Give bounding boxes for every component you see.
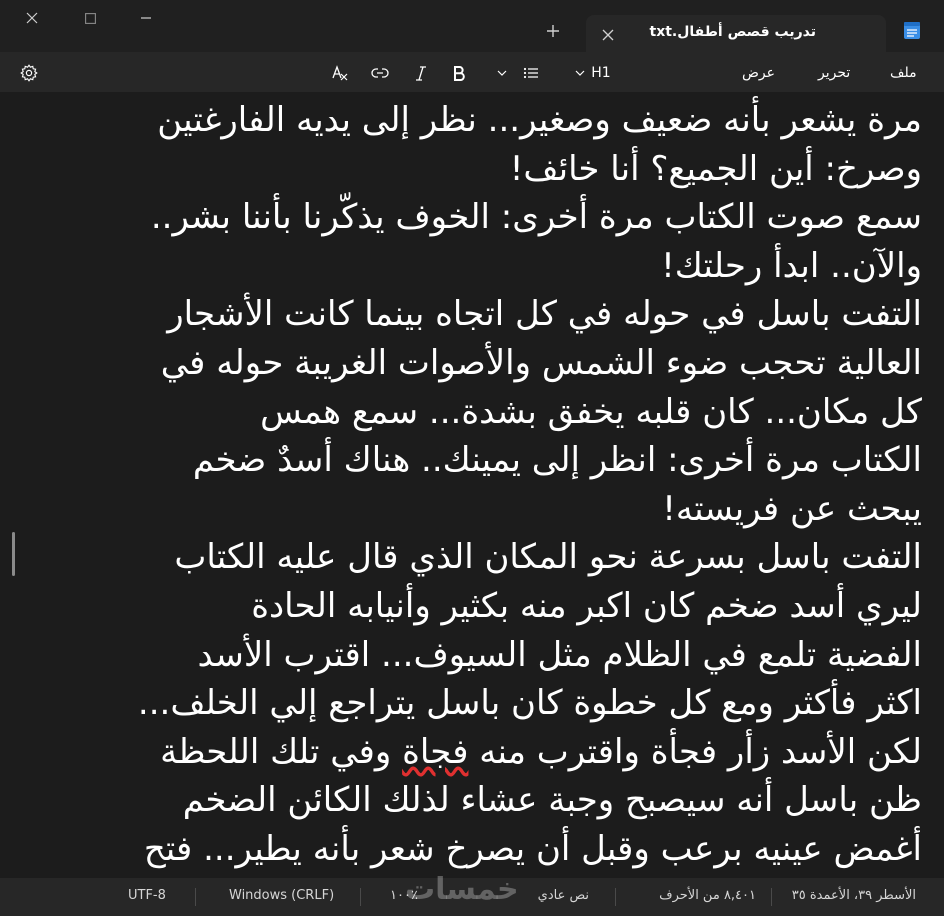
text-segment: لكن الأسد زأر فجأة واقترب منه <box>468 731 922 772</box>
new-tab-button[interactable] <box>546 23 560 42</box>
status-bar: الأسطر ٣٩، الأعمدة ٣٥ ٨,٤٠١ من الأحرف نص… <box>0 872 944 916</box>
menu-file[interactable]: ملف <box>890 65 917 81</box>
list-dropdown[interactable] <box>494 63 510 83</box>
tab-active[interactable]: تدريب قصص أطفال.txt <box>586 15 886 52</box>
cursor-position: الأسطر ٣٩، الأعمدة ٣٥ <box>791 888 916 903</box>
clear-formatting-button[interactable] <box>328 63 352 83</box>
misspelled-word[interactable]: فجاة <box>402 732 468 772</box>
text-segment: وفي تلك اللحظة <box>160 731 403 772</box>
divider <box>615 888 616 906</box>
text-line-with-spelling-error: لكن الأسد زأر فجأة واقترب منه فجاة وفي ت… <box>14 728 922 777</box>
divider <box>360 888 361 906</box>
document-text[interactable]: مرة يشعر بأنه ضعيف وصغير... نظر إلى يديه… <box>14 96 922 874</box>
notepad-app-icon <box>903 20 921 44</box>
gear-icon <box>20 64 38 82</box>
close-window-button[interactable] <box>10 0 54 36</box>
text-line: وصرخ: أين الجميع؟ أنا خائف! <box>509 148 922 189</box>
menu-toolbar: ملف تحرير عرض H1 <box>0 52 944 92</box>
text-line: الفضية تلمع في الظلام مثل السيوف... اقتر… <box>197 634 922 675</box>
list-button[interactable] <box>518 63 544 83</box>
encoding[interactable]: UTF-8 <box>128 888 166 903</box>
heading-dropdown[interactable]: H1 <box>568 63 618 83</box>
tab-title: تدريب قصص أطفال.txt <box>649 24 817 40</box>
text-line: ظن باسل أنه سيصبح وجبة عشاء لذلك الكائن … <box>182 780 922 821</box>
text-line: والآن.. ابدأ رحلتك! <box>661 245 922 286</box>
chevron-down-icon <box>575 70 585 76</box>
minimize-window-button[interactable] <box>124 0 168 36</box>
text-line: سمع صوت الكتاب مرة أخرى: الخوف يذكّرنا ب… <box>150 197 922 238</box>
bold-button[interactable] <box>448 63 470 83</box>
character-count: ٨,٤٠١ من الأحرف <box>659 888 756 903</box>
text-line: التفت باسل في حوله في كل اتجاه بينما كان… <box>167 294 922 335</box>
text-line: كل مكان... كان قلبه يخفق بشدة... سمع همس <box>260 391 922 432</box>
menu-edit[interactable]: تحرير <box>818 65 850 81</box>
scrollbar-thumb[interactable] <box>12 532 15 576</box>
format-indicator[interactable]: نص عادي <box>538 888 589 903</box>
close-icon <box>26 12 38 24</box>
text-line: أغمض عينيه برعب وقبل أن يصرخ شعر بأنه يط… <box>143 828 922 869</box>
title-bar: تدريب قصص أطفال.txt <box>0 0 944 52</box>
menu-view[interactable]: عرض <box>742 65 775 81</box>
watermark-logo: خمسات <box>405 872 519 907</box>
bold-icon <box>454 65 465 81</box>
settings-button[interactable] <box>18 63 40 83</box>
text-line: يبحث عن فريسته! <box>662 488 922 529</box>
clear-formatting-icon <box>332 65 348 81</box>
text-line: التفت باسل بسرعة نحو المكان الذي قال علي… <box>174 537 922 578</box>
text-line: الكتاب مرة أخرى: انظر إلى يمينك.. هناك أ… <box>192 440 922 481</box>
text-line: العالية تحجب ضوء الشمس والأصوات الغريبة … <box>160 342 922 383</box>
plus-icon <box>547 25 559 37</box>
text-line: مرة يشعر بأنه ضعيف وصغير... نظر إلى يديه… <box>157 100 922 140</box>
heading-label: H1 <box>591 65 611 81</box>
close-icon <box>602 29 614 41</box>
text-line: اكثر فأكثر ومع كل خطوة كان باسل يتراجع إ… <box>137 683 922 724</box>
line-ending[interactable]: Windows (CRLF) <box>229 888 334 903</box>
italic-icon <box>416 65 426 81</box>
divider <box>195 888 196 906</box>
text-editor[interactable]: مرة يشعر بأنه ضعيف وصغير... نظر إلى يديه… <box>0 92 944 878</box>
link-button[interactable] <box>368 63 392 83</box>
divider <box>771 888 772 906</box>
tab-close-button[interactable] <box>602 26 614 45</box>
minimize-icon <box>141 17 151 19</box>
maximize-window-button[interactable] <box>68 0 112 36</box>
maximize-icon <box>84 12 96 24</box>
link-icon <box>371 68 389 78</box>
italic-button[interactable] <box>410 63 432 83</box>
list-icon <box>523 67 538 79</box>
text-line: ليري أسد ضخم كان اكبر منه بكثير وأنيابه … <box>251 585 922 626</box>
chevron-down-icon <box>497 70 507 76</box>
